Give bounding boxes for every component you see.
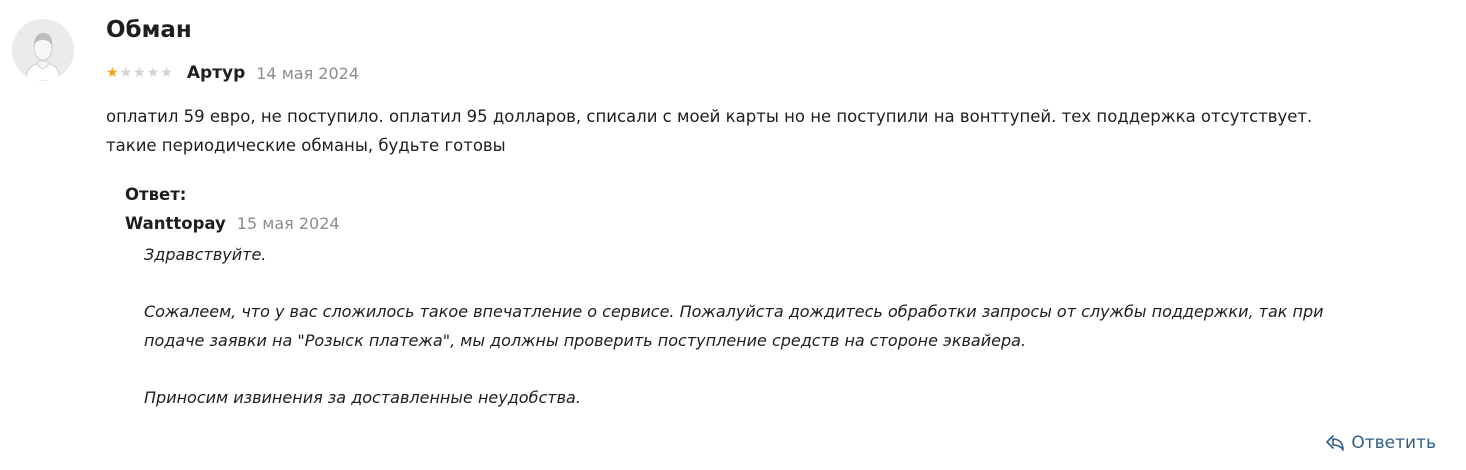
review-text-line: оплатил 59 евро, не поступило. оплатил 9… [106, 107, 1313, 126]
review-text-line: такие периодические обманы, будьте готов… [106, 136, 506, 155]
avatar [12, 19, 74, 81]
rating-stars: ★ ★ ★ ★ ★ [106, 66, 173, 80]
star-empty-icon: ★ [146, 65, 160, 81]
reply-arrow-icon [1326, 435, 1345, 451]
company-answer: Ответ: Wanttopay 15 мая 2024 Здравствуйт… [125, 181, 1445, 407]
review-meta: ★ ★ ★ ★ ★ Артур 14 мая 2024 [106, 61, 359, 85]
review-author: Артур [186, 63, 246, 83]
answer-label: Ответ: [125, 185, 187, 204]
reply-button[interactable]: Ответить [1325, 433, 1436, 453]
star-empty-icon: ★ [133, 65, 146, 81]
answer-body: Здравствуйте. Сожалеем, что у вас сложил… [144, 241, 1444, 412]
answer-greeting: Здравствуйте. [144, 245, 267, 264]
answer-text-line: Сожалеем, что у вас сложилось такое впеч… [144, 302, 1324, 321]
user-silhouette-icon [12, 19, 74, 81]
star-empty-icon: ★ [119, 65, 133, 81]
answer-closing: Приносим извинения за доставленные неудо… [144, 387, 581, 407]
answer-meta: Wanttopay 15 мая 2024 [125, 214, 340, 233]
review-card: Обман ★ ★ ★ ★ ★ Артур 14 мая 2024 оплати… [0, 0, 1466, 470]
review-text: оплатил 59 евро, не поступило. оплатил 9… [106, 102, 1451, 160]
review-date: 14 мая 2024 [256, 63, 359, 83]
star-empty-icon: ★ [160, 65, 173, 81]
answer-author: Wanttopay [125, 214, 226, 233]
answer-date: 15 мая 2024 [236, 214, 340, 233]
reply-label[interactable]: Ответить [1351, 433, 1436, 453]
answer-text-line: подаче заявки на "Розыск платежа", мы до… [144, 330, 1026, 350]
star-filled-icon: ★ [106, 65, 119, 81]
review-title: Обман [106, 17, 192, 43]
